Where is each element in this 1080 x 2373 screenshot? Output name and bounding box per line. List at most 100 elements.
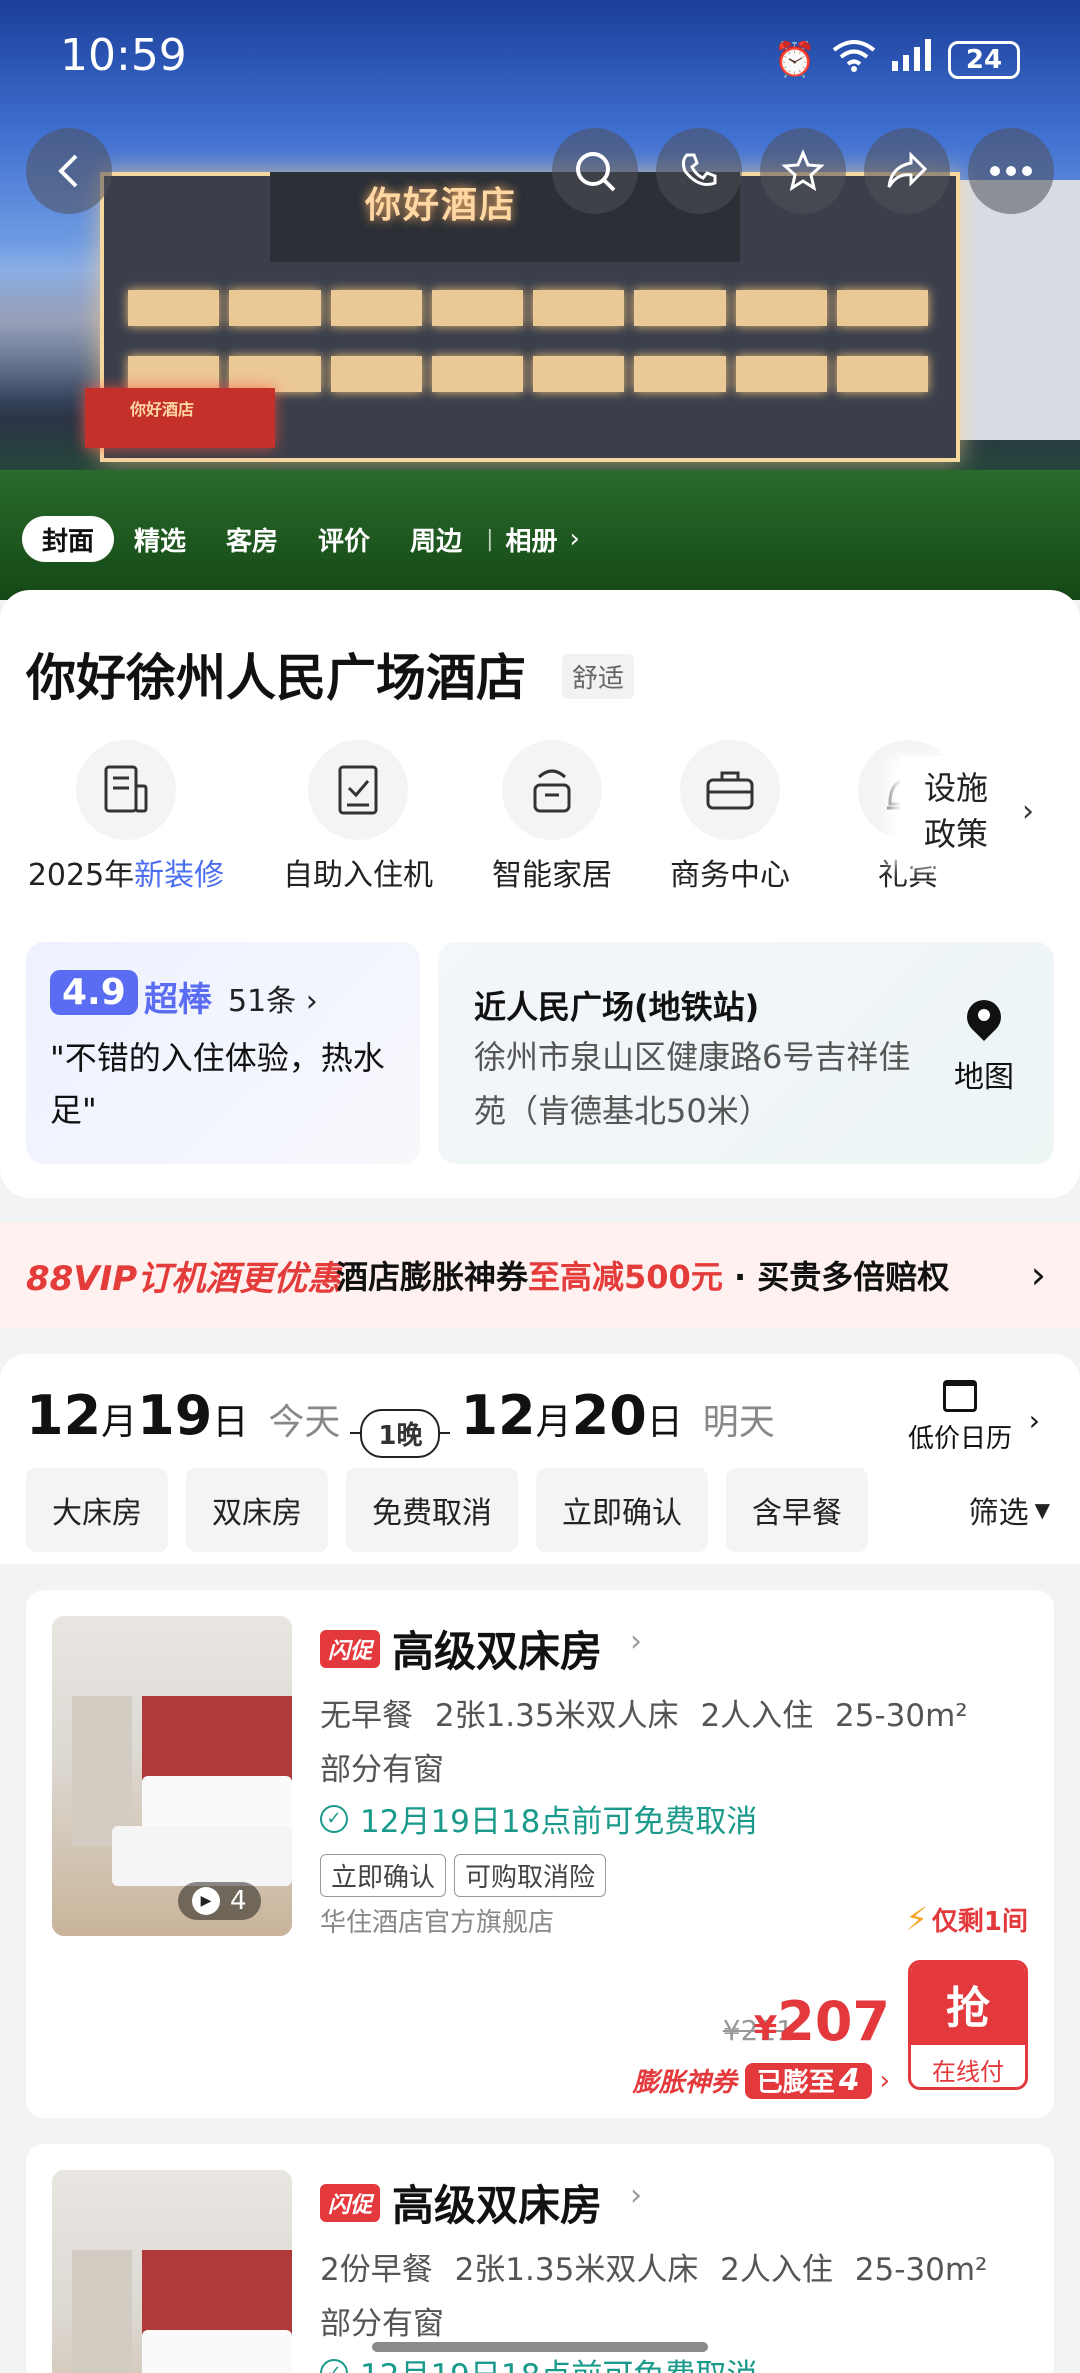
hero-tab-bar: 封面 精选 客房 评价 周边 | 相册 › — [22, 514, 586, 564]
tab-featured[interactable]: 精选 — [114, 516, 206, 562]
chevron-right-icon: › — [1022, 793, 1034, 829]
status-bar: 10:59 ⏰ 24 — [0, 0, 1080, 120]
map-pin-icon — [967, 1000, 1001, 1042]
room-photo[interactable] — [52, 2170, 292, 2373]
caret-down-icon: ▼ — [1034, 1498, 1050, 1522]
low-price-calendar-button[interactable]: 低价日历 — [908, 1380, 1012, 1455]
alarm-icon: ⏰ — [773, 39, 816, 80]
search-icon — [576, 152, 616, 192]
free-cancel-policy: ✓ 12月19日18点前可免费取消 — [320, 2350, 757, 2373]
chevron-left-icon — [58, 154, 78, 188]
filter-button[interactable]: 筛选 ▼ — [940, 1468, 1050, 1552]
amenity-smart-home[interactable]: 智能家居 — [452, 740, 652, 894]
room-tag: 可购取消险 — [454, 1854, 607, 1897]
tab-reviews[interactable]: 评价 — [298, 516, 390, 562]
room-spec: 2份早餐 2张1.35米双人床 2人入住 25-30m² — [320, 2252, 988, 2288]
filter-instant-confirm[interactable]: 立即确认 — [536, 1468, 708, 1552]
room-photo[interactable]: ▶ 4 — [52, 1616, 292, 1936]
date-filter-card: 12 月 19 日 今天 1晚 12 月 20 日 明天 低价日历 › 大床房 双床房 免费… — [0, 1354, 1080, 1564]
checkout-hint: 明天 — [702, 1402, 775, 1443]
free-cancel-policy: ✓ 12月19日18点前可免费取消 — [320, 1796, 757, 1841]
status-time: 10:59 — [60, 30, 187, 81]
calendar-icon — [942, 1380, 977, 1412]
amenity-renovation[interactable]: 2025年新装修 — [26, 740, 226, 894]
chevron-right-icon: › — [305, 984, 318, 1019]
smart-home-icon — [502, 740, 602, 840]
promo-banner[interactable]: 88VIP订机酒更优惠 酒店膨胀神券至高减500元 · 买贵多倍赔权 › — [0, 1222, 1080, 1328]
hotel-name: 你好徐州人民广场酒店 — [26, 649, 526, 707]
hotel-grade-tag: 舒适 — [562, 654, 635, 699]
tab-rooms[interactable]: 客房 — [206, 516, 298, 562]
date-selector[interactable]: 12 月 19 日 今天 1晚 12 月 20 日 明天 — [26, 1384, 775, 1458]
amenity-self-checkin[interactable]: 自助入住机 — [258, 740, 458, 894]
battery-icon: 24 — [948, 40, 1020, 79]
share-button[interactable] — [864, 128, 950, 214]
vip-promo-label: 88VIP订机酒更优惠 — [26, 1258, 342, 1299]
filter-breakfast[interactable]: 含早餐 — [726, 1468, 868, 1552]
tab-cover[interactable]: 封面 — [22, 516, 115, 562]
room-tags: 立即确认 可购取消险 — [320, 1854, 607, 1897]
rating-score: 4.9 — [50, 970, 138, 1015]
check-circle-icon: ✓ — [320, 1804, 348, 1833]
chevron-right-icon: › — [630, 1624, 642, 1659]
address-text: 徐州市泉山区健康路6号吉祥佳苑（肯德基北50米） — [474, 1038, 911, 1130]
more-dots-icon — [990, 166, 1032, 176]
coupon-promo-text: 酒店膨胀神券至高减500元 · 买贵多倍赔权 — [336, 1258, 950, 1296]
coupon-badge: 已膨至 4 — [744, 2062, 872, 2099]
room-title: 高级双床房 — [392, 1627, 603, 1676]
address-card[interactable]: 近人民广场(地铁站) 徐州市泉山区健康路6号吉祥佳苑（肯德基北50米） 地图 — [438, 942, 1054, 1164]
chevron-right-icon: › — [879, 2065, 890, 2096]
hotel-detail-page: 你好酒店 你好酒店 10:59 ⏰ 24 封面 精选 客房 评价 周边 | 相册… — [0, 0, 1080, 2373]
room-title: 高级双床房 — [392, 2181, 603, 2230]
filter-free-cancel[interactable]: 免费取消 — [346, 1468, 518, 1552]
rooms-remaining: ⚡ 仅剩1间 — [905, 1900, 1028, 1938]
flash-sale-badge: 闪促 — [320, 2184, 381, 2222]
flash-sale-badge: 闪促 — [320, 1630, 381, 1668]
home-indicator[interactable] — [372, 2342, 708, 2352]
play-icon: ▶ — [192, 1887, 220, 1915]
share-icon — [887, 151, 928, 188]
review-quote: "不错的入住体验，热水足" — [50, 1039, 385, 1129]
address-landmark: 近人民广场(地铁站) — [474, 988, 760, 1026]
filter-chips: 大床房 双床房 免费取消 立即确认 含早餐 — [26, 1468, 868, 1552]
tab-nearby[interactable]: 周边 — [390, 516, 482, 562]
search-button[interactable] — [552, 128, 638, 214]
chevron-right-icon[interactable]: › — [564, 516, 586, 562]
renovation-icon — [76, 740, 176, 840]
chevron-right-icon: › — [630, 2178, 642, 2213]
phone-button[interactable] — [656, 128, 742, 214]
rating-word: 超棒 — [144, 980, 212, 1020]
amenity-business-center[interactable]: 商务中心 — [630, 740, 830, 894]
room-window: 部分有窗 — [320, 2306, 444, 2342]
business-center-icon — [680, 740, 780, 840]
room-card[interactable]: 闪促 高级双床房 › 2份早餐 2张1.35米双人床 2人入住 25-30m² … — [26, 2144, 1054, 2373]
filter-twin-bed[interactable]: 双床房 — [186, 1468, 328, 1552]
room-window: 部分有窗 — [320, 1752, 444, 1788]
back-button[interactable] — [26, 128, 112, 214]
tab-album[interactable]: 相册 — [498, 516, 564, 562]
map-button[interactable]: 地图 — [944, 1000, 1024, 1096]
current-price: ¥207 — [753, 1990, 890, 2053]
rating-card[interactable]: 4.9 超棒 51条 › "不错的入住体验，热水足" — [26, 942, 420, 1164]
chevron-right-icon: › — [1028, 1404, 1040, 1437]
hotel-sign: 你好酒店 — [365, 185, 518, 226]
coupon-info[interactable]: 膨胀神券 已膨至 4 › — [633, 2062, 890, 2099]
signal-icon — [892, 39, 932, 80]
book-button[interactable]: 抢 在线付 — [908, 1960, 1028, 2090]
wifi-icon — [832, 38, 876, 81]
room-card[interactable]: ▶ 4 闪促 高级双床房 › 无早餐 2张1.35米双人床 2人入住 25-30… — [26, 1590, 1054, 2118]
hotel-info-card: 你好徐州人民广场酒店 舒适 2025年新装修 自助入住机 智能家居 商务中心 礼… — [0, 590, 1080, 1198]
checkin-kiosk-icon — [308, 740, 408, 840]
hero-photo[interactable]: 你好酒店 你好酒店 10:59 ⏰ 24 封面 精选 客房 评价 周边 | 相册… — [0, 0, 1080, 600]
filter-king-bed[interactable]: 大床房 — [26, 1468, 168, 1552]
facility-policy-link[interactable]: 设施政策 › — [900, 756, 1080, 866]
more-button[interactable] — [968, 128, 1054, 214]
star-icon — [781, 149, 825, 192]
nights-badge: 1晚 — [350, 1408, 451, 1458]
review-count: 51条 › — [228, 984, 318, 1019]
tab-divider: | — [486, 526, 494, 552]
favorite-button[interactable] — [760, 128, 846, 214]
checkin-hint: 今天 — [268, 1402, 341, 1443]
room-tag: 立即确认 — [320, 1854, 447, 1897]
phone-icon — [681, 153, 717, 186]
